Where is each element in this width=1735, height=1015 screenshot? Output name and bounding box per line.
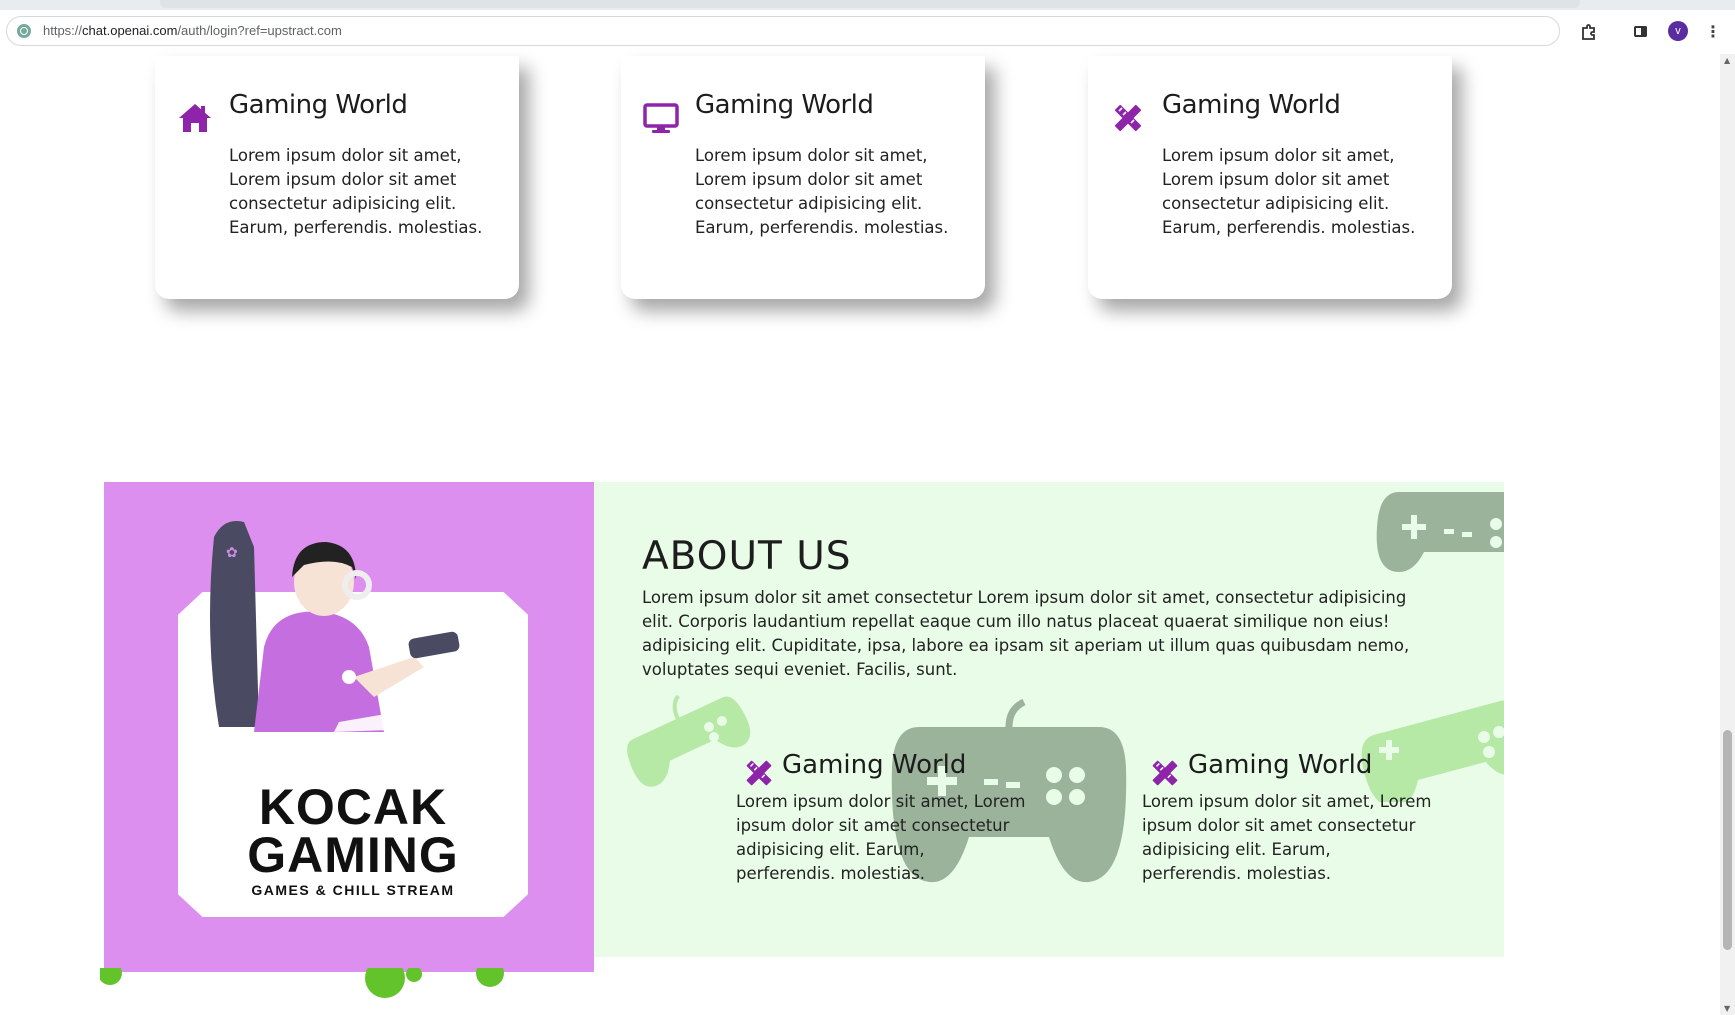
feature-card: Gaming World Lorem ipsum dolor sit amet,…: [1088, 56, 1452, 299]
tab-strip: [0, 0, 1735, 10]
logo-line1: KOCAK: [258, 779, 448, 835]
url-prefix: https://: [43, 23, 83, 38]
gamepad-icon: [1361, 700, 1504, 802]
logo-line2: GAMING: [247, 827, 459, 883]
monitor-icon: [643, 103, 679, 133]
gamepad-icon: [1376, 492, 1504, 572]
scrollbar-thumb[interactable]: [1723, 730, 1732, 950]
pencil-ruler-icon: [746, 760, 772, 786]
pencil-ruler-icon: [1114, 104, 1142, 132]
about-content-panel: ABOUT US Lorem ipsum dolor sit amet cons…: [594, 482, 1504, 957]
feature-text: Lorem ipsum dolor sit amet, Lorem ipsum …: [736, 792, 1026, 883]
site-icon: [17, 24, 31, 38]
url-path: /auth/login?ref=upstract.com: [177, 23, 342, 38]
card-text: Lorem ipsum dolor sit amet, Lorem ipsum …: [695, 146, 949, 237]
page-scrollbar[interactable]: ▲ ▼: [1720, 54, 1735, 1015]
side-panel-icon[interactable]: [1632, 23, 1650, 41]
svg-text:✿: ✿: [226, 545, 238, 561]
gamer-girl-illustration: ✿: [210, 521, 484, 732]
feature-title: Gaming World: [1188, 750, 1373, 780]
about-text: Lorem ipsum dolor sit amet consectetur L…: [642, 588, 1410, 679]
address-bar[interactable]: https://chat.openai.com/auth/login?ref=u…: [6, 16, 1560, 46]
card-title: Gaming World: [229, 90, 408, 120]
gamepad-icon: [627, 694, 751, 787]
home-icon: [179, 104, 211, 132]
feature-text: Lorem ipsum dolor sit amet, Lorem ipsum …: [1142, 792, 1432, 883]
about-title: ABOUT US: [642, 534, 852, 579]
extensions-icon[interactable]: [1580, 23, 1598, 41]
menu-dots-icon[interactable]: ⋮: [1704, 23, 1722, 41]
about-logo-panel: KOCAK GAMING GAMES & CHILL STREAM ✿: [104, 482, 594, 972]
pencil-ruler-icon: [1152, 760, 1178, 786]
card-text: Lorem ipsum dolor sit amet, Lorem ipsum …: [229, 146, 483, 237]
logo-subtitle: GAMES & CHILL STREAM: [251, 882, 455, 898]
profile-avatar[interactable]: v: [1668, 21, 1688, 41]
scroll-down-icon[interactable]: ▼: [1724, 1004, 1730, 1013]
card-title: Gaming World: [1162, 90, 1341, 120]
card-text: Lorem ipsum dolor sit amet, Lorem ipsum …: [1162, 146, 1416, 237]
browser-toolbar: https://chat.openai.com/auth/login?ref=u…: [0, 10, 1735, 54]
url-host: chat.openai.com: [82, 23, 178, 38]
feature-title: Gaming World: [782, 750, 967, 780]
feature-card: Gaming World Lorem ipsum dolor sit amet,…: [621, 56, 985, 299]
feature-card: Gaming World Lorem ipsum dolor sit amet,…: [155, 56, 519, 299]
url-text[interactable]: https://chat.openai.com/auth/login?ref=u…: [43, 23, 342, 38]
scroll-up-icon[interactable]: ▲: [1724, 56, 1730, 65]
tab-bar: [160, 0, 1580, 8]
card-title: Gaming World: [695, 90, 874, 120]
green-splash-decoration: [100, 968, 504, 998]
